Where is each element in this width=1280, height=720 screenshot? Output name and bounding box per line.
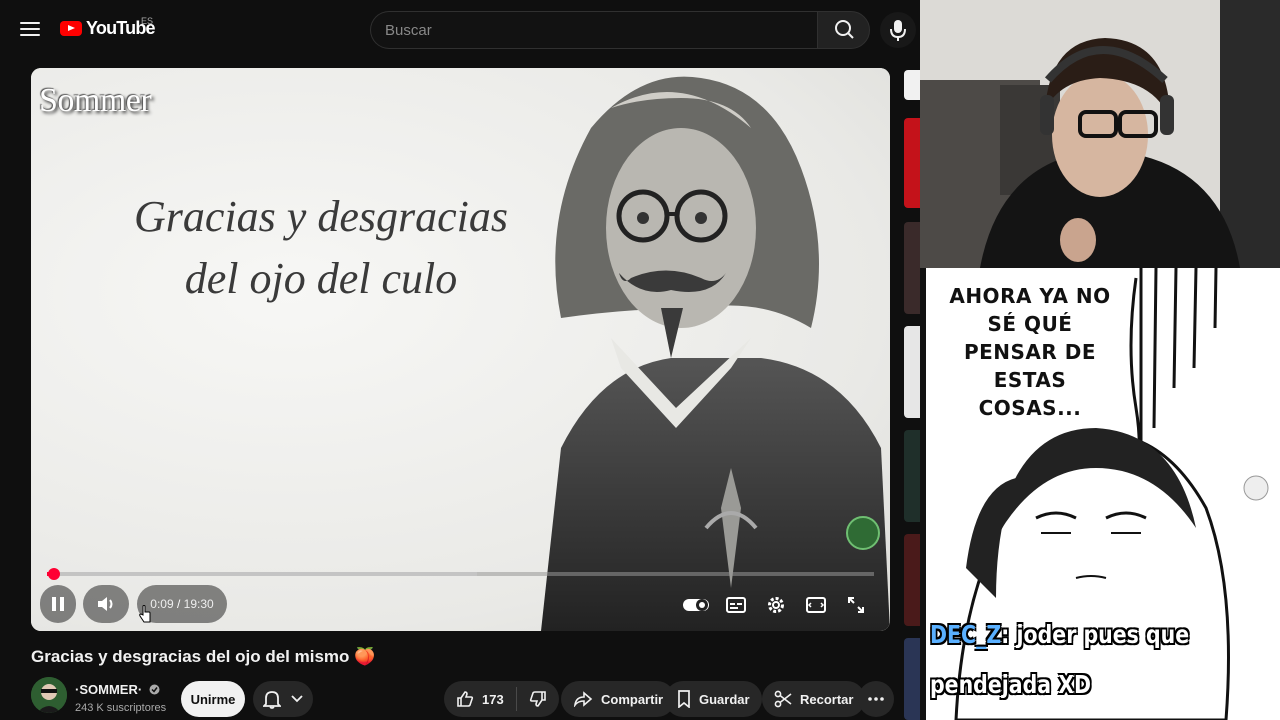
volume-button[interactable] [83,585,129,623]
channel-corner-avatar[interactable] [846,516,880,550]
video-slide-title: Gracias y desgracias del ojo del culo [101,186,541,310]
search-input[interactable] [371,12,817,48]
slide-title-line2: del ojo del culo [184,254,458,303]
autoplay-toggle[interactable] [681,590,711,620]
bookmark-icon [678,690,690,708]
thumbs-down-icon [529,691,546,707]
chat-username: DEC_Z [930,620,1002,649]
fullscreen-icon [848,597,864,613]
progress-bar[interactable] [47,568,874,580]
scissors-icon [774,690,792,708]
save-button[interactable]: Guardar [665,681,762,717]
bell-icon [263,691,281,709]
like-count: 173 [482,691,504,707]
recommendation-thumbnail[interactable] [904,430,920,522]
channel-name[interactable]: ·SOMMER· [75,682,160,697]
webcam-overlay [920,0,1280,268]
pause-button[interactable] [40,585,76,623]
like-dislike-group: 173 [444,681,559,717]
settings-button[interactable] [761,590,791,620]
join-button[interactable]: Unirme [181,681,245,717]
recommendation-thumbnail[interactable] [904,326,920,418]
theater-icon [806,597,826,613]
channel-watermark: Sommer [39,82,152,119]
duration: 19:30 [183,597,214,611]
comic-overlay: AHORA YA NO SÉ QUÉ PENSAR DE ESTAS COSAS… [920,268,1280,720]
comic-speech-bubble: AHORA YA NO SÉ QUÉ PENSAR DE ESTAS COSAS… [949,284,1111,420]
share-button[interactable]: Compartir [561,681,676,717]
mouse-cursor-icon [139,605,151,623]
search-button[interactable] [817,11,870,49]
notifications-button[interactable] [253,681,313,717]
progress-scrubber[interactable] [47,568,60,580]
more-horizontal-icon [868,697,884,701]
youtube-play-icon [60,21,82,36]
toggle-icon [683,599,709,611]
theater-mode-button[interactable] [801,590,831,620]
recommendation-chip[interactable] [904,70,920,100]
verified-icon [149,684,160,695]
volume-icon [98,597,113,611]
chat-text-line1: : joder pues que [1001,620,1190,649]
chevron-down-icon [291,695,303,703]
dislike-button[interactable] [517,681,559,717]
voice-search-button[interactable] [880,12,916,48]
search-icon [835,20,854,39]
channel-name-text: ·SOMMER· [75,682,143,697]
save-label: Guardar [699,691,750,707]
share-icon [573,691,593,707]
thumbs-up-icon [457,691,474,707]
top-bar: YouTube ES [0,0,920,60]
gear-icon [768,597,784,613]
recommendation-thumbnail[interactable] [904,638,920,720]
fullscreen-button[interactable] [841,590,871,620]
like-button[interactable]: 173 [444,681,516,717]
slide-title-line1: Gracias y desgracias [134,192,508,241]
subscriber-count: 243 K suscriptores [75,702,167,714]
avatar-image [31,677,67,713]
region-code: ES [141,16,154,26]
clip-button[interactable]: Recortar [762,681,866,717]
recommendation-thumbnail[interactable] [904,118,920,208]
recommendation-thumbnail[interactable] [904,222,920,314]
recommendation-thumbnail[interactable] [904,534,920,626]
progress-buffered [47,572,478,576]
chat-message: DEC_Z: joder pues que [930,620,1189,649]
video-title: Gracias y desgracias del ojo del mismo 🍑 [31,647,376,666]
video-player[interactable]: Sommer Gracias y desgracias del ojo del … [31,68,890,631]
chat-message-continuation: pendejada XD [930,670,1092,699]
current-time: 0:09 [150,597,174,611]
channel-avatar[interactable] [31,677,67,713]
subtitles-icon [726,597,746,613]
share-label: Compartir [601,691,664,707]
search-box [370,11,817,49]
pause-icon [52,597,64,611]
clip-label: Recortar [800,691,854,707]
microphone-icon [890,20,906,41]
portrait-engraving [541,76,890,631]
streamer-webcam-image [920,0,1280,268]
subtitles-button[interactable] [721,590,751,620]
more-actions-button[interactable] [858,681,894,717]
menu-icon[interactable] [18,18,42,42]
